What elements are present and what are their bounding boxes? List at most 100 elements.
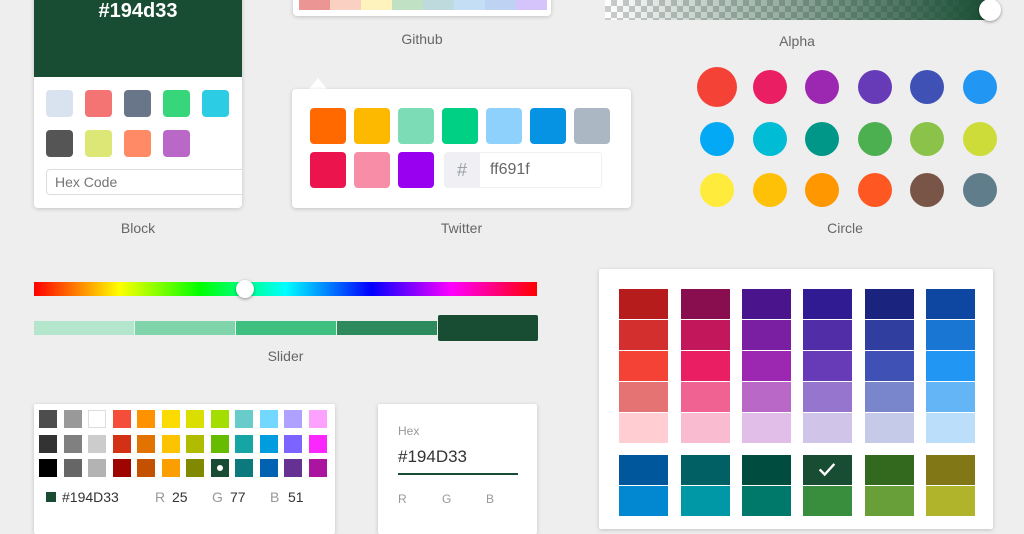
alpha-slider-handle[interactable] bbox=[979, 0, 1001, 21]
twitter-swatch[interactable] bbox=[574, 108, 610, 144]
twitter-swatch[interactable] bbox=[530, 108, 566, 144]
compact-swatch[interactable] bbox=[284, 434, 302, 453]
compact-swatch[interactable] bbox=[63, 410, 82, 428]
swatch-cell[interactable] bbox=[681, 413, 730, 443]
swatch-cell[interactable] bbox=[619, 351, 668, 381]
compact-swatch[interactable] bbox=[88, 459, 106, 477]
color-circle[interactable] bbox=[697, 67, 737, 107]
twitter-swatch[interactable] bbox=[486, 108, 522, 144]
color-circle[interactable] bbox=[805, 173, 839, 207]
swatch-cell[interactable] bbox=[803, 455, 852, 485]
compact-swatch[interactable] bbox=[186, 434, 204, 453]
swatch-cell[interactable] bbox=[803, 413, 852, 443]
compact-swatch[interactable] bbox=[308, 410, 327, 428]
github-swatch[interactable] bbox=[516, 0, 547, 10]
twitter-swatch[interactable] bbox=[310, 108, 346, 144]
twitter-swatch[interactable] bbox=[354, 108, 390, 144]
compact-swatch[interactable] bbox=[284, 459, 302, 477]
swatch-cell[interactable] bbox=[742, 320, 791, 350]
compact-swatch[interactable] bbox=[259, 459, 278, 477]
swatch-cell[interactable] bbox=[926, 382, 975, 412]
compact-swatch[interactable] bbox=[112, 434, 131, 453]
compact-g-value[interactable]: 77 bbox=[230, 489, 246, 505]
compact-swatch[interactable] bbox=[39, 434, 57, 453]
github-swatch[interactable] bbox=[361, 0, 392, 10]
compact-swatch[interactable] bbox=[210, 459, 229, 477]
swatch-cell[interactable] bbox=[681, 455, 730, 485]
hex-code-input[interactable] bbox=[46, 169, 242, 195]
compact-swatch[interactable] bbox=[112, 459, 131, 477]
compact-swatch[interactable] bbox=[210, 410, 229, 428]
swatch-cell[interactable] bbox=[865, 413, 914, 443]
slider-shade[interactable] bbox=[236, 321, 336, 335]
github-swatch[interactable] bbox=[392, 0, 423, 10]
color-circle[interactable] bbox=[910, 121, 944, 156]
color-circle[interactable] bbox=[700, 121, 734, 156]
swatch-cell[interactable] bbox=[926, 320, 975, 350]
block-swatch[interactable] bbox=[46, 130, 73, 157]
swatch-cell[interactable] bbox=[865, 320, 914, 350]
swatch-cell[interactable] bbox=[803, 289, 852, 319]
color-circle[interactable] bbox=[857, 173, 892, 207]
swatch-cell[interactable] bbox=[742, 382, 791, 412]
compact-swatch[interactable] bbox=[308, 434, 327, 453]
github-swatch[interactable] bbox=[485, 0, 516, 10]
swatch-cell[interactable] bbox=[926, 455, 975, 485]
github-swatch[interactable] bbox=[330, 0, 361, 10]
github-swatch[interactable] bbox=[299, 0, 330, 10]
color-circle[interactable] bbox=[752, 70, 787, 104]
compact-swatch[interactable] bbox=[137, 434, 155, 453]
compact-swatch[interactable] bbox=[259, 410, 278, 428]
swatch-cell[interactable] bbox=[681, 351, 730, 381]
color-circle[interactable] bbox=[752, 121, 787, 156]
compact-swatch[interactable] bbox=[39, 459, 57, 477]
compact-swatch[interactable] bbox=[63, 459, 82, 477]
compact-swatch[interactable] bbox=[284, 410, 302, 428]
compact-swatch[interactable] bbox=[161, 434, 180, 453]
compact-swatch[interactable] bbox=[112, 410, 131, 428]
slider-shade[interactable] bbox=[34, 321, 134, 335]
twitter-hex-input[interactable] bbox=[480, 152, 602, 188]
swatch-cell[interactable] bbox=[681, 382, 730, 412]
github-swatch[interactable] bbox=[423, 0, 454, 10]
slider-shade[interactable] bbox=[135, 321, 235, 335]
compact-swatch[interactable] bbox=[88, 410, 106, 428]
hue-slider-track[interactable] bbox=[34, 280, 537, 298]
compact-swatch[interactable] bbox=[235, 459, 253, 477]
twitter-swatch[interactable] bbox=[442, 108, 478, 144]
swatch-cell[interactable] bbox=[619, 382, 668, 412]
swatch-cell[interactable] bbox=[742, 289, 791, 319]
swatch-cell[interactable] bbox=[742, 455, 791, 485]
color-circle[interactable] bbox=[962, 121, 997, 156]
compact-swatch[interactable] bbox=[161, 410, 180, 428]
compact-swatch[interactable] bbox=[235, 434, 253, 453]
swatch-cell[interactable] bbox=[803, 382, 852, 412]
compact-swatch[interactable] bbox=[210, 434, 229, 453]
compact-swatch[interactable] bbox=[137, 459, 155, 477]
color-circle[interactable] bbox=[962, 70, 997, 104]
twitter-swatch[interactable] bbox=[354, 152, 390, 188]
block-swatch[interactable] bbox=[124, 90, 151, 117]
material-hex-input[interactable]: #194D33 bbox=[398, 447, 518, 475]
color-circle[interactable] bbox=[752, 173, 787, 207]
block-swatch[interactable] bbox=[124, 130, 151, 157]
swatch-cell[interactable] bbox=[803, 351, 852, 381]
compact-swatch[interactable] bbox=[63, 434, 82, 453]
compact-swatch[interactable] bbox=[88, 434, 106, 453]
swatch-cell[interactable] bbox=[742, 351, 791, 381]
compact-swatch[interactable] bbox=[186, 459, 204, 477]
swatch-cell[interactable] bbox=[619, 455, 668, 485]
hue-slider-handle[interactable] bbox=[236, 280, 255, 298]
block-swatch[interactable] bbox=[163, 90, 190, 117]
compact-swatch[interactable] bbox=[235, 410, 253, 428]
compact-swatch[interactable] bbox=[259, 434, 278, 453]
swatch-cell[interactable] bbox=[865, 289, 914, 319]
color-circle[interactable] bbox=[857, 121, 892, 156]
swatch-cell[interactable] bbox=[865, 351, 914, 381]
slider-shade[interactable] bbox=[438, 315, 538, 341]
compact-r-value[interactable]: 25 bbox=[172, 489, 188, 505]
color-circle[interactable] bbox=[805, 121, 839, 156]
slider-shade[interactable] bbox=[337, 321, 437, 335]
compact-swatch[interactable] bbox=[308, 459, 327, 477]
compact-swatch[interactable] bbox=[186, 410, 204, 428]
